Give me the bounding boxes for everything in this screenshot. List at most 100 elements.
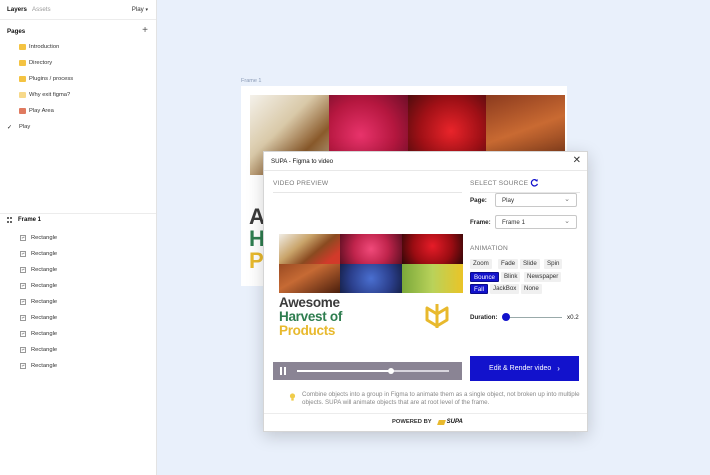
layer-item-label: Rectangle	[31, 363, 58, 369]
page-field-label: Page:	[470, 197, 487, 204]
layer-item-label: Rectangle	[31, 283, 58, 289]
animation-option-slide[interactable]: Slide	[520, 259, 540, 269]
preview-title-harvest: Harvest of	[279, 309, 343, 324]
page-item-label: Play Area	[29, 108, 54, 114]
layer-item[interactable]: Rectangle	[20, 247, 57, 261]
supa-brand-text: SUPA	[446, 419, 463, 425]
animation-option-fall[interactable]: Fall	[470, 284, 488, 294]
playback-handle[interactable]	[388, 368, 395, 374]
page-item-label: Why exit figma?	[29, 92, 71, 98]
page-item-label: Play	[19, 124, 31, 130]
layer-item[interactable]: Rectangle	[20, 279, 57, 293]
divider	[273, 192, 462, 193]
preview-images	[279, 234, 463, 293]
layer-item[interactable]: Rectangle	[20, 295, 57, 309]
page-item-label: Directory	[29, 60, 53, 66]
page-select-value: Play	[502, 197, 515, 204]
layer-item-label: Rectangle	[31, 331, 58, 337]
layer-item[interactable]: Rectangle	[20, 359, 57, 373]
tab-assets[interactable]: Assets	[32, 6, 51, 13]
lightbulb-icon	[289, 393, 296, 401]
page-emoji-icon	[19, 60, 26, 66]
animation-option-spin[interactable]: Spin	[544, 259, 563, 269]
tab-layers[interactable]: Layers	[7, 6, 27, 13]
playback-track[interactable]	[297, 368, 449, 374]
chevron-down-icon: ▾	[145, 7, 148, 13]
image-icon	[20, 299, 26, 305]
layer-item-label: Rectangle	[31, 347, 58, 353]
video-player-bar	[273, 362, 462, 380]
close-icon[interactable]: ✕	[573, 155, 581, 167]
page-emoji-icon	[19, 108, 26, 114]
animation-option-zoom[interactable]: Zoom	[470, 259, 492, 269]
layer-item[interactable]: Rectangle	[20, 327, 57, 341]
page-item-label: Plugins / process	[29, 76, 74, 82]
frame-select[interactable]: Frame 1 ⌄	[495, 215, 577, 229]
pause-icon[interactable]	[280, 367, 288, 375]
layer-item-label: Rectangle	[31, 315, 58, 321]
frame-select-value: Frame 1	[502, 219, 526, 226]
frame-icon	[7, 217, 13, 223]
frame-field-label: Frame:	[470, 219, 491, 226]
powered-by[interactable]: POWERED BY SUPA	[392, 419, 463, 425]
video-preview-label: VIDEO PREVIEW	[273, 180, 329, 187]
preview-title-products: Products	[279, 323, 336, 338]
page-item[interactable]: Plugins / process	[7, 72, 152, 86]
image-icon	[20, 347, 26, 353]
image-icon	[20, 363, 26, 369]
layer-item[interactable]: Rectangle	[20, 343, 57, 357]
frame-name: Frame 1	[18, 217, 42, 223]
animation-label: ANIMATION	[470, 245, 508, 252]
page-selector-label: Play	[131, 6, 144, 13]
plugin-dialog: SUPA - Figma to video ✕ VIDEO PREVIEW Aw…	[263, 151, 588, 432]
layer-item[interactable]: Rectangle	[20, 263, 57, 277]
animation-option-blink[interactable]: Blink	[501, 272, 521, 282]
chevron-right-icon: ›	[557, 364, 560, 373]
page-emoji-icon	[19, 44, 26, 50]
chevron-down-icon: ⌄	[564, 218, 570, 225]
divider	[0, 213, 156, 214]
layer-item-label: Rectangle	[31, 267, 58, 273]
page-item[interactable]: Directory	[7, 56, 152, 70]
animation-option-bounce[interactable]: Bounce	[470, 272, 499, 282]
image-icon	[20, 267, 26, 273]
image-icon	[20, 315, 26, 321]
refresh-icon[interactable]	[530, 178, 539, 187]
layer-frame[interactable]: Frame 1	[7, 217, 41, 223]
animation-option-none[interactable]: None	[521, 284, 542, 294]
duration-slider-track[interactable]	[506, 317, 562, 318]
page-emoji-icon	[19, 92, 26, 98]
image-icon	[20, 331, 26, 337]
layer-item[interactable]: Rectangle	[20, 311, 57, 325]
layer-item-label: Rectangle	[31, 251, 58, 257]
animation-option-jackbox[interactable]: JackBox	[490, 284, 520, 294]
page-selector[interactable]: Play ▾	[132, 6, 148, 13]
supa-logo-icon	[436, 419, 446, 425]
add-page-icon[interactable]: +	[142, 26, 148, 36]
render-video-button[interactable]: Edit & Render video ›	[470, 356, 579, 381]
layer-item[interactable]: Rectangle	[20, 231, 57, 245]
page-select[interactable]: Play ⌄	[495, 193, 577, 207]
page-emoji-icon	[19, 76, 26, 82]
layer-item-label: Rectangle	[31, 299, 58, 305]
render-video-label: Edit & Render video	[489, 365, 552, 372]
check-icon: ✓	[7, 124, 13, 131]
page-item-label: Introduction	[29, 44, 60, 50]
duration-label: Duration:	[470, 314, 498, 321]
page-item[interactable]: Introduction	[7, 40, 152, 54]
layer-item-label: Rectangle	[31, 235, 58, 241]
duration-slider-handle[interactable]	[502, 313, 510, 321]
playback-progress	[297, 370, 392, 372]
pages-header: Pages	[7, 28, 26, 35]
frame-label[interactable]: Frame 1	[241, 78, 261, 84]
tip-text: Combine objects into a group in Figma to…	[302, 391, 580, 406]
animation-option-fade[interactable]: Fade	[498, 259, 519, 269]
page-item[interactable]: Why exit figma?	[7, 88, 152, 102]
select-source-label: SELECT SOURCE	[470, 180, 529, 187]
animation-option-newspaper[interactable]: Newspaper	[524, 272, 562, 282]
page-item[interactable]: Play Area	[7, 104, 152, 118]
chevron-down-icon: ⌄	[564, 196, 570, 203]
page-item[interactable]: ✓ Play	[7, 120, 152, 134]
powered-by-label: POWERED BY	[392, 419, 432, 425]
duration-value: x0.2	[567, 314, 579, 321]
